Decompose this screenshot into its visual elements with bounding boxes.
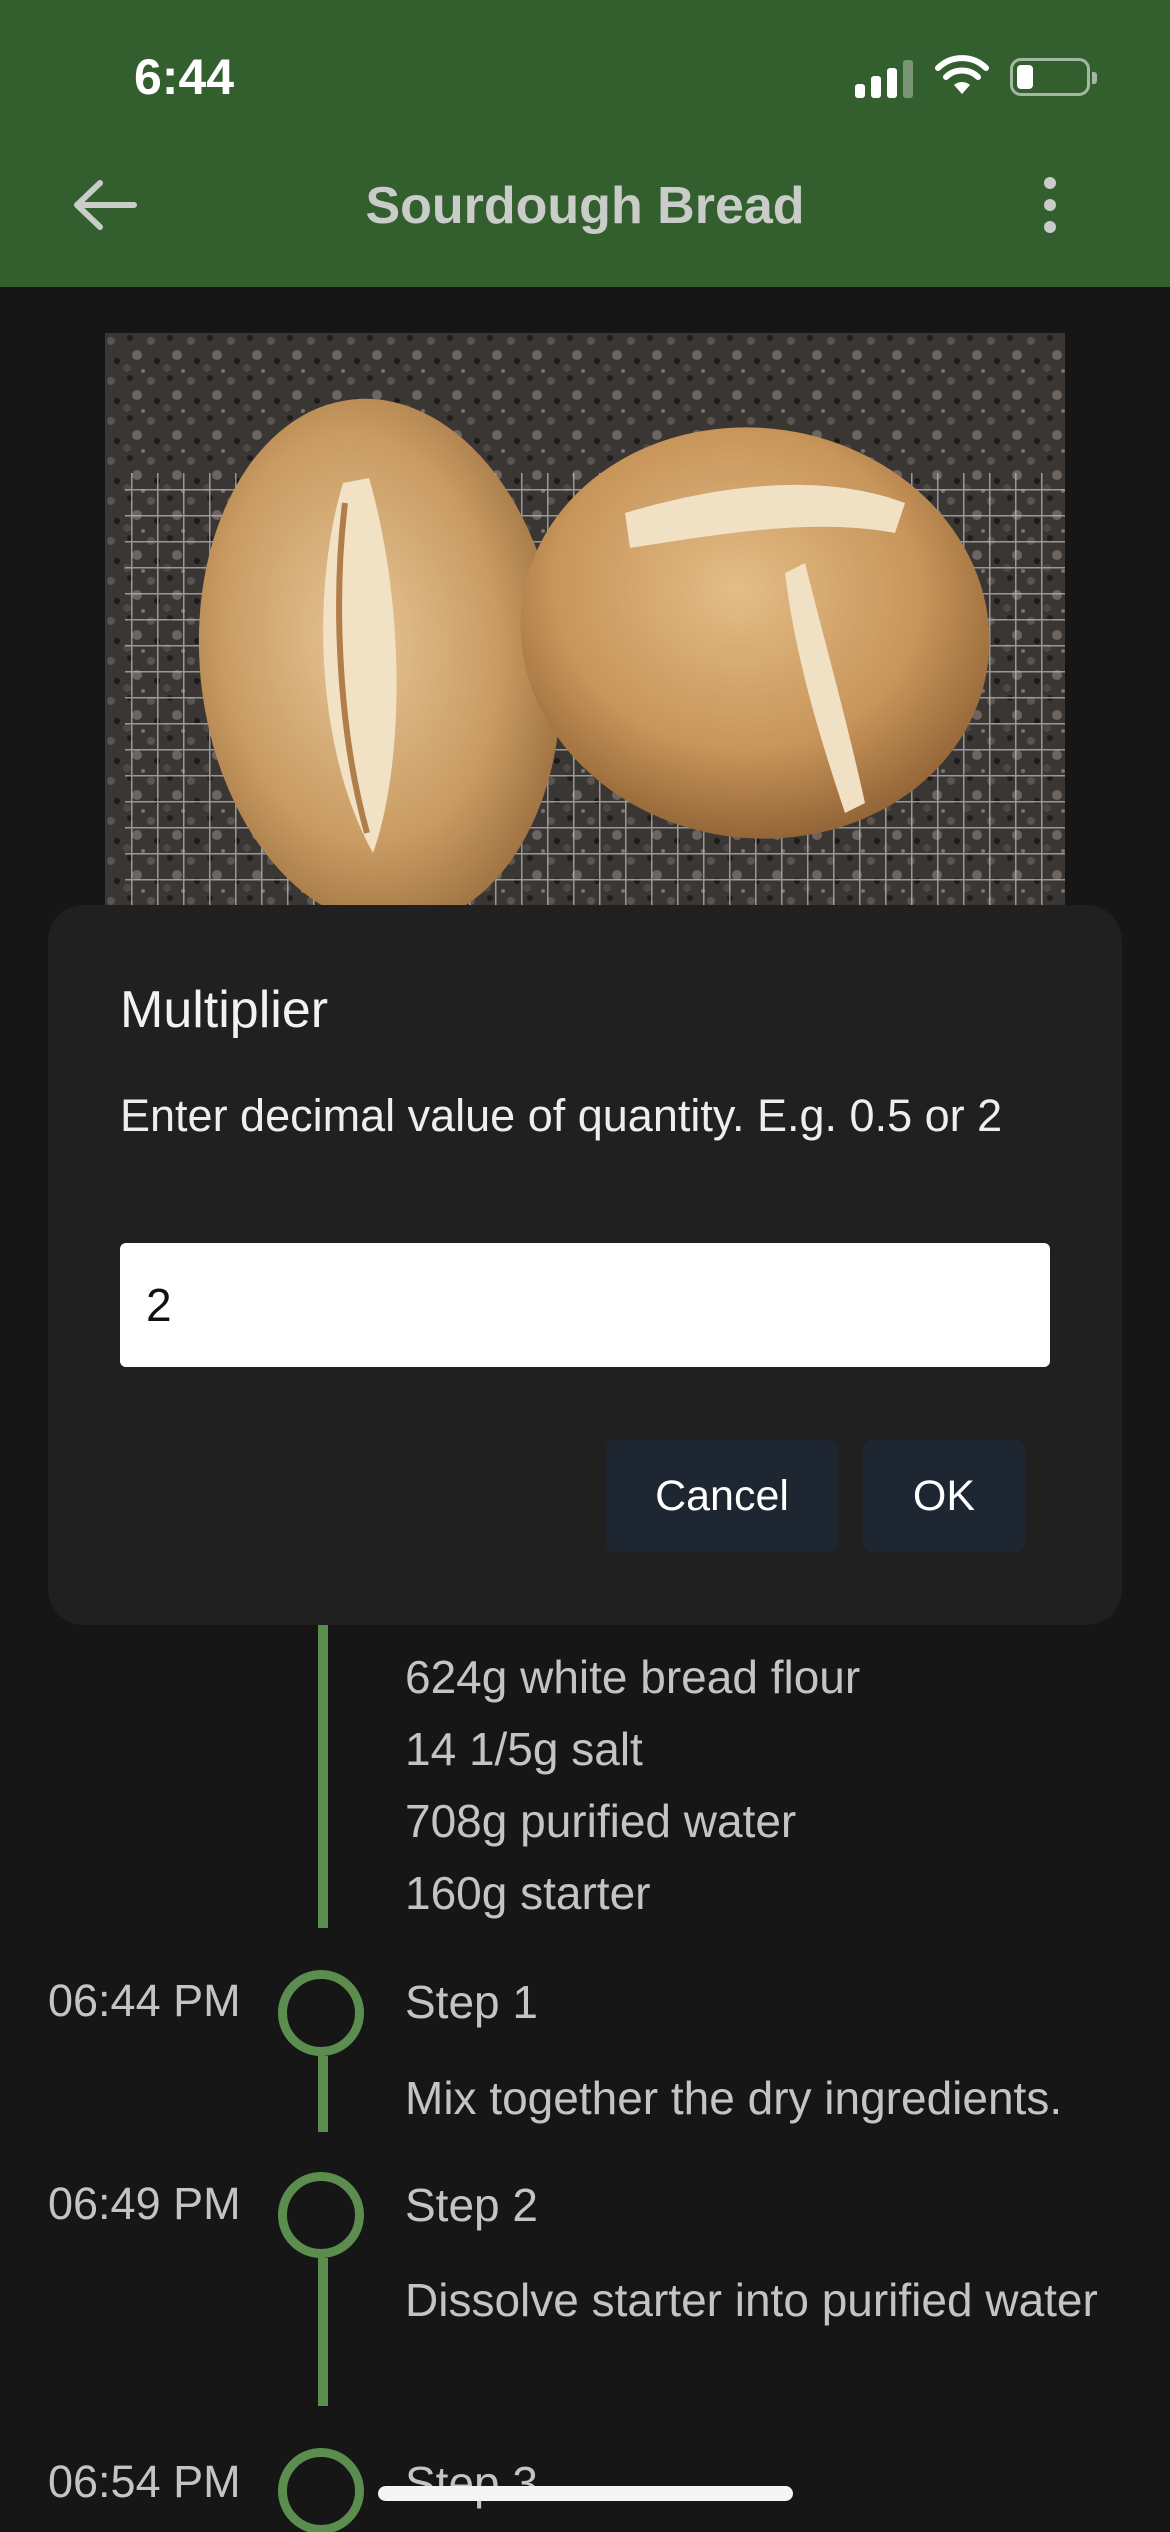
cellular-signal-icon — [855, 58, 915, 98]
step-circle-icon[interactable] — [278, 2172, 364, 2258]
timeline-connector — [318, 2056, 328, 2132]
home-indicator[interactable] — [378, 2486, 793, 2501]
wifi-icon — [935, 55, 989, 94]
ingredient-item: 14 1/5g salt — [405, 1723, 643, 1775]
recipe-screen: 6:44 Sourdough Bread 624g white bread fl… — [0, 0, 1170, 2532]
ingredient-item: 708g purified water — [405, 1795, 797, 1847]
battery-icon — [1010, 58, 1097, 96]
step-time: 06:54 PM — [48, 2456, 241, 2507]
cancel-button[interactable]: Cancel — [606, 1440, 838, 1552]
page-title: Sourdough Bread — [365, 177, 805, 235]
multiplier-dialog: Multiplier Enter decimal value of quanti… — [48, 905, 1122, 1625]
ingredient-item: 624g white bread flour — [405, 1651, 861, 1703]
step-description: Mix together the dry ingredients. — [405, 2072, 1063, 2124]
more-vertical-icon — [1044, 177, 1056, 189]
multiplier-input[interactable] — [120, 1243, 1050, 1367]
step-title: Step 1 — [405, 1976, 538, 2028]
dialog-title: Multiplier — [120, 981, 329, 1039]
step-circle-icon[interactable] — [278, 1970, 364, 2056]
step-time: 06:44 PM — [48, 1975, 241, 2026]
app-header: 6:44 Sourdough Bread — [0, 0, 1170, 287]
step-title: Step 2 — [405, 2179, 538, 2231]
step-description: Dissolve starter into purified water — [405, 2274, 1098, 2326]
ingredient-item: 160g starter — [405, 1867, 651, 1919]
step-circle-icon[interactable] — [278, 2448, 364, 2532]
step-time: 06:49 PM — [48, 2178, 241, 2229]
more-options-button[interactable] — [1010, 160, 1090, 250]
timeline-connector — [318, 2258, 328, 2406]
step-title: Step 3 — [405, 2457, 538, 2509]
dialog-message: Enter decimal value of quantity. E.g. 0.… — [120, 1090, 1003, 1141]
status-time: 6:44 — [134, 49, 235, 105]
recipe-photo — [105, 333, 1065, 913]
timeline-connector — [318, 1625, 328, 1928]
ok-button[interactable]: OK — [863, 1440, 1025, 1552]
